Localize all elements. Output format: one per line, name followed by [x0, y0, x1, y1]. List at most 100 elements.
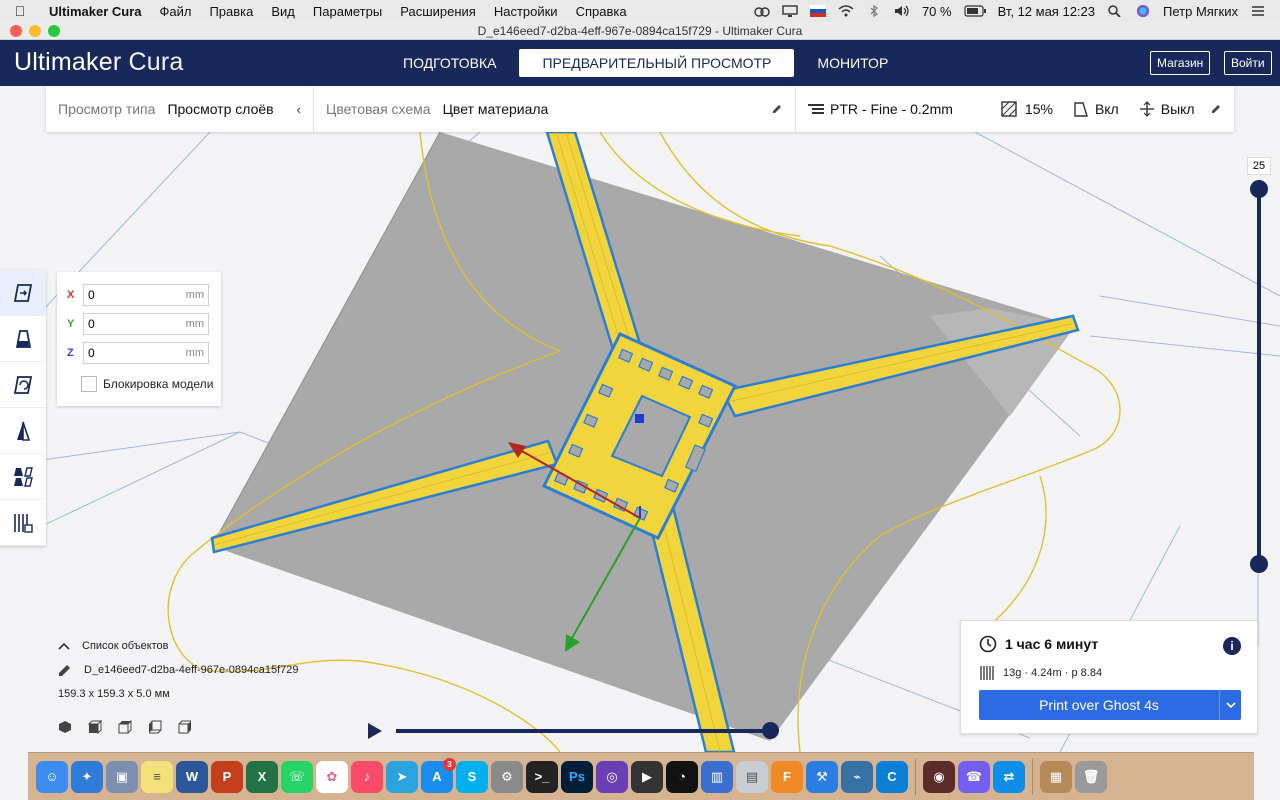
final-cut-icon[interactable]: ▶ — [631, 760, 663, 793]
top-view-icon[interactable] — [118, 720, 132, 734]
view-type-selector[interactable]: Просмотр типа Просмотр слоёв ‹ — [46, 86, 314, 132]
menubar-clock[interactable]: Вт, 12 мая 12:23 — [998, 4, 1095, 19]
battery-icon[interactable] — [963, 5, 986, 17]
zoom-window-button[interactable] — [48, 25, 60, 37]
motion-icon[interactable]: ◎ — [596, 760, 628, 793]
object-list-toggle[interactable]: Список объектов — [58, 640, 298, 652]
print-settings-summary[interactable]: PTR - Fine - 0.2mm 15% Вкл Выкл — [796, 86, 1234, 132]
system-preferences-icon[interactable]: ⚙ — [491, 760, 523, 793]
minimize-window-button[interactable] — [29, 25, 41, 37]
photo-booth-icon[interactable]: ◉ — [923, 760, 955, 793]
menu-view[interactable]: Вид — [262, 4, 304, 19]
left-view-icon[interactable] — [148, 720, 162, 734]
notification-center-icon[interactable] — [1250, 5, 1266, 17]
skype-icon[interactable]: S — [456, 760, 488, 793]
window-controls — [10, 25, 60, 37]
info-icon[interactable]: i — [1223, 637, 1241, 655]
object-list-item[interactable]: D_e146eed7-d2ba-4eff-967e-0894ca15f729 — [58, 663, 298, 677]
app-store-badge: 3 — [443, 757, 456, 771]
pencil-icon[interactable] — [771, 103, 783, 115]
app-store-icon[interactable]: A3 — [421, 757, 456, 793]
preview-icon[interactable]: ▣ — [106, 760, 138, 793]
per-model-settings-button[interactable] — [0, 454, 46, 500]
excel-icon[interactable]: X — [246, 760, 278, 793]
terminal-icon[interactable]: >_ — [526, 760, 558, 793]
trash-icon[interactable]: 🗑 — [1075, 760, 1107, 793]
menu-settings[interactable]: Параметры — [304, 4, 391, 19]
front-view-icon[interactable] — [88, 720, 102, 734]
3d-view-icon[interactable] — [58, 720, 72, 734]
chevron-left-icon[interactable]: ‹ — [296, 101, 301, 117]
tab-monitor[interactable]: МОНИТОР — [794, 49, 911, 77]
menu-edit[interactable]: Правка — [200, 4, 262, 19]
lock-model-checkbox[interactable] — [81, 376, 97, 392]
input-source-icon[interactable] — [809, 5, 826, 17]
bluetooth-icon[interactable] — [866, 5, 882, 17]
x-coordinate-input[interactable]: 0 mm — [83, 284, 209, 306]
menubar-user[interactable]: Петр Мягких — [1163, 4, 1238, 19]
menu-file[interactable]: Файл — [150, 4, 200, 19]
whatsapp-icon[interactable]: ☏ — [281, 760, 313, 793]
tab-prepare[interactable]: ПОДГОТОВКА — [380, 49, 519, 77]
print-over-network-button[interactable]: Print over Ghost 4s — [979, 690, 1241, 720]
marketplace-button[interactable]: Магазин — [1150, 51, 1211, 75]
pencil-icon[interactable] — [58, 663, 72, 677]
remote-desktop-icon[interactable]: ▥ — [701, 760, 733, 793]
rotate-tool-button[interactable] — [0, 362, 46, 408]
color-scheme-selector[interactable]: Цветовая схема Цвет материала — [314, 86, 796, 132]
cura-dock-icon[interactable]: C — [876, 760, 908, 793]
z-coordinate-input[interactable]: 0 mm — [83, 342, 209, 364]
safari-icon[interactable]: ✦ — [71, 760, 103, 793]
telegram-icon[interactable]: ➤ — [386, 760, 418, 793]
sign-in-button[interactable]: Войти — [1224, 51, 1272, 75]
material-usage-row: 13g · 4.24m · р 8.84 — [979, 665, 1102, 681]
viber-icon[interactable]: ☎ — [958, 760, 990, 793]
close-window-button[interactable] — [10, 25, 22, 37]
menu-app-name[interactable]: Ultimaker Cura — [40, 4, 150, 19]
cura-header: Ultimaker Cura ПОДГОТОВКА ПРЕДВАРИТЕЛЬНЫ… — [0, 40, 1280, 86]
layer-slider-top-handle[interactable] — [1250, 180, 1268, 198]
move-tool-button[interactable] — [0, 270, 46, 316]
finder-icon[interactable]: ☺ — [36, 760, 68, 793]
right-view-icon[interactable] — [178, 720, 192, 734]
play-simulation-button[interactable] — [368, 723, 382, 739]
apple-menu-icon[interactable]:  — [0, 3, 40, 19]
music-icon[interactable]: ♪ — [351, 760, 383, 793]
mirror-tool-button[interactable] — [0, 408, 46, 454]
notes-icon[interactable]: ≡ — [141, 760, 173, 793]
archive-utility-icon[interactable]: ▤ — [736, 760, 768, 793]
fusion-360-icon[interactable]: F — [771, 760, 803, 793]
y-coordinate-input[interactable]: 0 mm — [83, 313, 209, 335]
photoshop-icon[interactable]: Ps — [561, 760, 593, 793]
lock-model-option[interactable]: Блокировка модели — [81, 376, 213, 392]
speedtest-icon[interactable]: ◔ — [666, 760, 698, 793]
volume-icon[interactable] — [894, 5, 910, 17]
word-icon[interactable]: W — [176, 760, 208, 793]
downloads-stack-icon[interactable]: ▦ — [1040, 760, 1072, 793]
support-blocker-button[interactable] — [0, 500, 46, 546]
menu-preferences[interactable]: Настройки — [485, 4, 567, 19]
teamviewer-icon[interactable]: ⇄ — [993, 760, 1025, 793]
python-launcher-icon[interactable]: ⌁ — [841, 760, 873, 793]
xcode-icon[interactable]: ⚒ — [806, 760, 838, 793]
spotlight-search-icon[interactable] — [1107, 5, 1123, 17]
layer-slider-bottom-handle[interactable] — [1250, 555, 1268, 573]
display-icon[interactable] — [782, 5, 798, 17]
scale-tool-button[interactable] — [0, 316, 46, 362]
creative-cloud-icon[interactable] — [754, 5, 770, 17]
chevron-up-icon — [58, 642, 70, 650]
path-slider-handle[interactable] — [762, 722, 779, 739]
wifi-icon[interactable] — [838, 5, 854, 17]
path-slider-track[interactable] — [396, 729, 770, 733]
layer-slider-track[interactable] — [1257, 188, 1261, 564]
support-blocker-icon — [14, 513, 33, 533]
current-layer-indicator[interactable]: 25 — [1247, 157, 1271, 175]
tab-preview[interactable]: ПРЕДВАРИТЕЛЬНЫЙ ПРОСМОТР — [519, 49, 795, 77]
siri-icon[interactable] — [1135, 4, 1151, 18]
photos-icon[interactable]: ✿ — [316, 760, 348, 793]
powerpoint-icon[interactable]: P — [211, 760, 243, 793]
menu-extensions[interactable]: Расширения — [391, 4, 485, 19]
print-options-dropdown[interactable] — [1219, 690, 1241, 720]
menu-help[interactable]: Справка — [567, 4, 636, 19]
pencil-icon[interactable] — [1210, 103, 1222, 115]
